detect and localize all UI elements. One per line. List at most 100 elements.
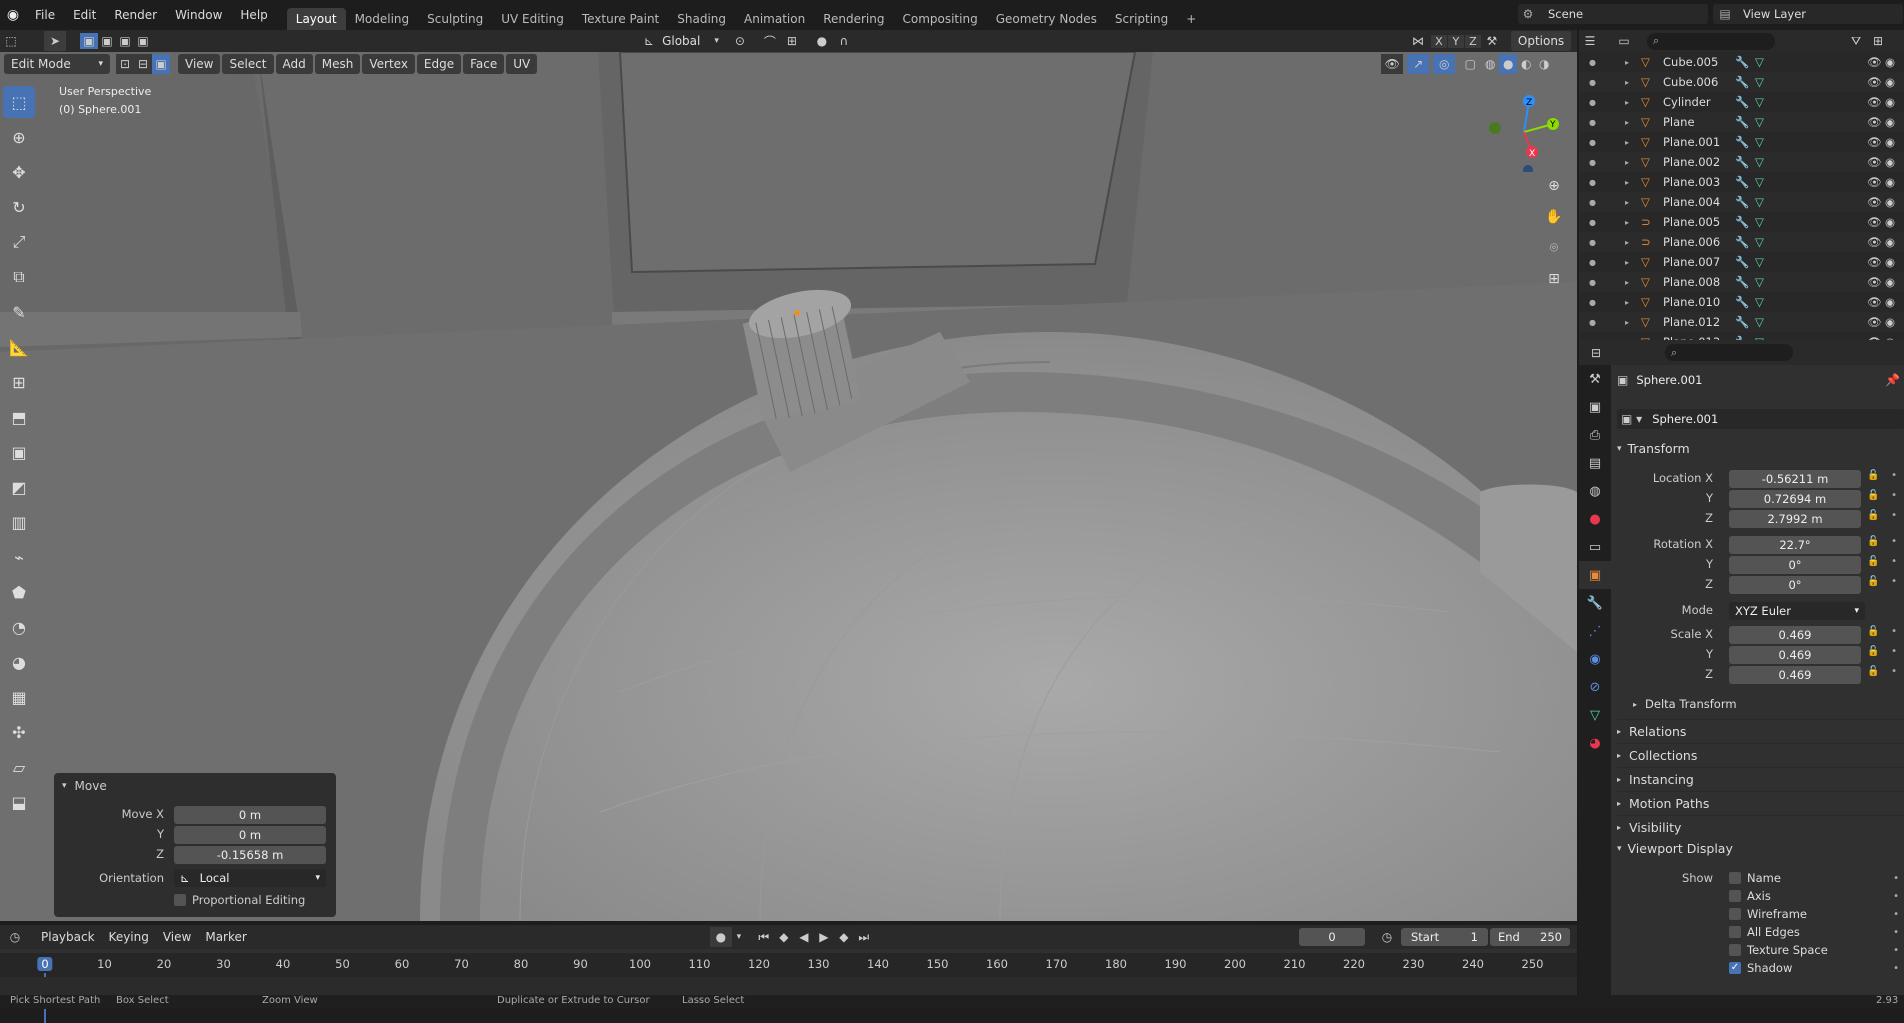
keyframe-dot-icon[interactable]: • <box>1891 626 1897 637</box>
keyframe-dot-icon[interactable]: • <box>1893 927 1899 938</box>
vertex-select-icon[interactable]: ⊡ <box>116 54 134 74</box>
move-icon[interactable]: ✥ <box>3 156 35 188</box>
annotate-icon[interactable]: ✎ <box>3 296 35 328</box>
lock-icon[interactable]: 🔓 <box>1867 666 1879 677</box>
menu-vertex[interactable]: Vertex <box>362 54 415 74</box>
inset-icon[interactable]: ▣ <box>3 436 35 468</box>
visibility-dot-icon[interactable]: ● <box>1589 298 1596 307</box>
menu-uv[interactable]: UV <box>506 54 538 74</box>
expand-arrow-icon[interactable]: ▸ <box>1625 278 1629 287</box>
outliner-row[interactable]: ● ▸ ⊃ Plane.006 🔧 ▽ 👁 ◉ <box>1579 232 1904 252</box>
camera-render-icon[interactable]: ◉ <box>1885 55 1895 69</box>
viewport-display-header[interactable]: ▾ Viewport Display <box>1617 841 1733 856</box>
lock-icon[interactable]: 🔓 <box>1867 536 1879 547</box>
show-name-checkbox[interactable]: Name • <box>1729 869 1899 887</box>
expand-arrow-icon[interactable]: ▸ <box>1625 178 1629 187</box>
jump-start-icon[interactable]: ⏮ <box>754 927 774 947</box>
axis-x-toggle[interactable]: X <box>1430 34 1447 48</box>
outliner-row[interactable]: ●▸▽Plane.013🔧▽👁◉ <box>1579 332 1904 340</box>
keyframe-dot-icon[interactable]: • <box>1891 470 1897 481</box>
scene-tab-icon[interactable]: ◍ <box>1579 477 1611 505</box>
wrench-icon[interactable]: ⚒ <box>1481 31 1503 51</box>
visibility-dot-icon[interactable]: ● <box>1589 118 1596 127</box>
eye-icon[interactable]: 👁 <box>1867 115 1882 129</box>
orientation-dropdown[interactable]: ⊾ Local ▾ <box>174 869 326 887</box>
pin-icon[interactable]: 📌 <box>1885 373 1900 387</box>
eye-icon[interactable]: 👁 <box>1867 235 1882 249</box>
menu-keying[interactable]: Keying <box>102 927 156 947</box>
select-mode-intersect-icon[interactable]: ▣ <box>134 31 152 51</box>
edge-slide-icon[interactable]: ▦ <box>3 681 35 713</box>
play-icon[interactable]: ▶ <box>814 927 834 947</box>
eye-icon[interactable]: 👁 <box>1867 95 1882 109</box>
jump-end-icon[interactable]: ⏭ <box>854 927 874 947</box>
transform-orientation[interactable]: ⊾ Global ▾ <box>644 34 719 48</box>
outliner-row[interactable]: ● ▸ ▽ Cube.006 🔧 ▽ 👁 ◉ <box>1579 72 1904 92</box>
keyframe-dot-icon[interactable]: • <box>1891 536 1897 547</box>
keyframe-dot-icon[interactable]: • <box>1891 556 1897 567</box>
shear-icon[interactable]: ▱ <box>3 751 35 783</box>
menu-mesh[interactable]: Mesh <box>314 54 361 74</box>
tab-compositing[interactable]: Compositing <box>893 8 986 30</box>
show-texture-space-checkbox[interactable]: Texture Space • <box>1729 941 1899 959</box>
keyframe-dot-icon[interactable]: • <box>1893 891 1899 902</box>
visibility-dot-icon[interactable]: ● <box>1589 78 1596 87</box>
outliner-row[interactable]: ● ▸ ▽ Plane 🔧 ▽ 👁 ◉ <box>1579 112 1904 132</box>
lock-toggle[interactable]: 🔓 • <box>1867 666 1897 677</box>
camera-render-icon[interactable]: ◉ <box>1885 175 1895 189</box>
select-mode-subtract-icon[interactable]: ▣ <box>116 31 134 51</box>
edge-select-icon[interactable]: ⊟ <box>134 54 152 74</box>
section-collections[interactable]: ▸ Collections <box>1617 743 1904 767</box>
visibility-dot-icon[interactable]: ● <box>1589 98 1596 107</box>
rip-region-icon[interactable]: ⬓ <box>3 786 35 818</box>
visibility-dot-icon[interactable]: ● <box>1589 58 1596 67</box>
proportional-editing-icon[interactable]: ● <box>811 31 833 51</box>
section-visibility[interactable]: ▸ Visibility <box>1617 815 1904 839</box>
outliner-editor-icon[interactable]: ☰ <box>1579 31 1601 51</box>
lock-toggle[interactable]: 🔓 • <box>1867 536 1897 547</box>
select-tool-icon[interactable]: ➤ <box>44 31 66 51</box>
visibility-dot-icon[interactable]: ● <box>1589 178 1596 187</box>
world-tab-icon[interactable]: ● <box>1579 505 1611 533</box>
menu-playback[interactable]: Playback <box>34 927 102 947</box>
menu-render[interactable]: Render <box>105 0 166 30</box>
modifier-tab-icon[interactable]: 🔧 <box>1579 589 1611 617</box>
move-x-field[interactable]: 0 m <box>174 806 326 824</box>
extrude-icon[interactable]: ⬒ <box>3 401 35 433</box>
new-collection-icon[interactable]: ⊞ <box>1867 31 1889 51</box>
rotation-z-field[interactable]: 0° <box>1729 576 1861 594</box>
view-layer-selector[interactable]: ▤ View Layer <box>1713 4 1903 24</box>
render-tab-icon[interactable]: ▣ <box>1579 393 1611 421</box>
mirror-icon[interactable]: ⋈ <box>1407 31 1429 51</box>
record-icon[interactable]: ● <box>709 927 732 947</box>
camera-render-icon[interactable]: ◉ <box>1885 315 1895 329</box>
visibility-dot-icon[interactable]: ● <box>1589 278 1596 287</box>
keyframe-dot-icon[interactable]: • <box>1891 646 1897 657</box>
tab-geometry-nodes[interactable]: Geometry Nodes <box>987 8 1106 30</box>
outliner-row[interactable]: ● ▸ ▽ Plane.003 🔧 ▽ 👁 ◉ <box>1579 172 1904 192</box>
xray-icon[interactable]: ▢ <box>1459 54 1481 74</box>
section-instancing[interactable]: ▸ Instancing <box>1617 767 1904 791</box>
camera-render-icon[interactable]: ◉ <box>1885 75 1895 89</box>
chevron-down-icon[interactable]: ▾ <box>732 927 746 947</box>
menu-window[interactable]: Window <box>166 0 231 30</box>
expand-arrow-icon[interactable]: ▸ <box>1625 298 1629 307</box>
lock-icon[interactable]: 🔓 <box>1867 576 1879 587</box>
scale-x-field[interactable]: 0.469 <box>1729 626 1861 644</box>
camera-render-icon[interactable]: ◉ <box>1885 195 1895 209</box>
lock-toggle[interactable]: 🔓 • <box>1867 646 1897 657</box>
expand-arrow-icon[interactable]: ▸ <box>1625 98 1629 107</box>
visibility-dot-icon[interactable]: ● <box>1589 198 1596 207</box>
menu-file[interactable]: File <box>26 0 64 30</box>
collection-tab-icon[interactable]: ▭ <box>1579 533 1611 561</box>
properties-editor-icon[interactable]: ⊟ <box>1585 343 1607 363</box>
eye-icon[interactable]: 👁 <box>1867 195 1882 209</box>
outliner-row[interactable]: ● ▸ ▽ Plane.010 🔧 ▽ 👁 ◉ <box>1579 292 1904 312</box>
menu-edit[interactable]: Edit <box>64 0 105 30</box>
tab-uv-editing[interactable]: UV Editing <box>492 8 573 30</box>
eye-icon[interactable]: 👁 <box>1867 215 1882 229</box>
location-x-field[interactable]: -0.56211 m <box>1729 470 1861 488</box>
select-mode-extend-icon[interactable]: ▣ <box>98 31 116 51</box>
tab-rendering[interactable]: Rendering <box>814 8 893 30</box>
output-tab-icon[interactable]: ⎙ <box>1579 421 1611 449</box>
